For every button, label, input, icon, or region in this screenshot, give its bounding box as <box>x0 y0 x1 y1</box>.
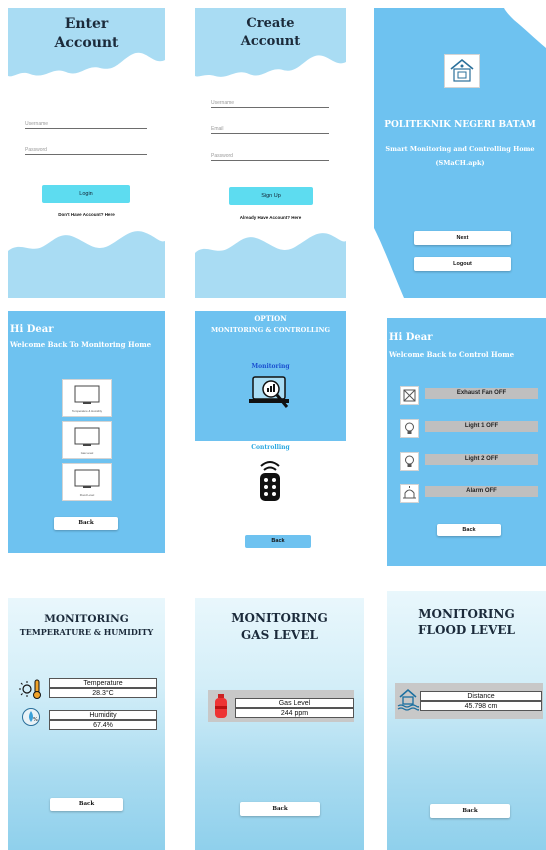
exhaust-fan-toggle[interactable]: Exhaust Fan OFF <box>425 388 538 399</box>
login-title-line2: Account <box>54 35 119 51</box>
welcome-text: Welcome Back to Control Home <box>389 350 515 359</box>
humidity-label: Humidity <box>49 710 157 720</box>
house-flood-icon <box>397 689 419 711</box>
controlling-label: Controlling <box>251 444 290 451</box>
login-link[interactable]: Already Have Account? Here <box>195 215 346 220</box>
option-subtitle: MONITORING & CONTROLLING <box>210 326 331 334</box>
back-button[interactable]: Back <box>437 524 501 536</box>
username-field[interactable]: Username <box>25 121 147 129</box>
flood-level-menu-card[interactable]: Flood Level <box>62 463 112 501</box>
gas-level-screen: MONITORING GAS LEVEL Gas Level 244 ppm B… <box>195 598 364 850</box>
gas-cylinder-icon <box>215 694 227 718</box>
signup-title-line1: Create <box>246 16 295 31</box>
monitoring-title: MONITORING <box>44 613 129 625</box>
login-title-line1: Enter <box>64 16 109 32</box>
light-1-toggle[interactable]: Light 1 OFF <box>425 421 538 432</box>
thermometer-sun-icon <box>19 679 41 699</box>
gas-level-value: 244 ppm <box>235 708 354 718</box>
signup-link[interactable]: Don't Have Account? Here <box>8 212 165 217</box>
remote-control-icon[interactable] <box>251 458 289 502</box>
app-name: (SMaCH.apk) <box>435 159 485 167</box>
temperature-value: 28.3°C <box>49 688 157 698</box>
signup-title-line2: Account <box>240 34 301 49</box>
bulb-icon <box>400 419 419 438</box>
control-screen: Hi Dear Welcome Back to Control Home Exh… <box>387 318 546 566</box>
alarm-icon <box>400 484 419 503</box>
back-button[interactable]: Back <box>50 798 123 811</box>
greeting: Hi Dear <box>389 332 433 343</box>
signup-button[interactable]: Sign Up <box>229 187 313 205</box>
back-button[interactable]: Back <box>54 517 118 530</box>
alarm-toggle[interactable]: Alarm OFF <box>425 486 538 497</box>
intro-screen: POLITEKNIK NEGERI BATAM Smart Monitoring… <box>374 8 546 298</box>
back-button[interactable]: Back <box>430 804 510 818</box>
email-field[interactable]: Email <box>211 126 329 134</box>
monitoring-subtitle: GAS LEVEL <box>241 628 318 642</box>
flood-level-screen: MONITORING FLOOD LEVEL Distance 45.798 c… <box>387 591 546 850</box>
card-label: Flood Level <box>79 493 95 497</box>
bottom-wave <box>8 231 165 298</box>
login-screen: Enter Account Username Password Login Do… <box>8 8 165 298</box>
greeting: Hi Dear <box>10 324 54 335</box>
svg-text:%: % <box>33 717 38 723</box>
gas-level-menu-card[interactable]: Gas Level <box>62 421 112 459</box>
bottom-wave <box>195 233 346 298</box>
distance-label: Distance <box>420 691 542 701</box>
monitoring-subtitle: FLOOD LEVEL <box>418 623 515 637</box>
monitoring-title: MONITORING <box>418 607 515 621</box>
monitoring-laptop-icon[interactable] <box>247 373 293 413</box>
welcome-text: Welcome Back To Monitoring Home <box>10 340 152 349</box>
password-field[interactable]: Password <box>25 147 147 155</box>
back-button[interactable]: Back <box>240 802 320 816</box>
temperature-humidity-screen: MONITORING TEMPERATURE & HUMIDITY Temper… <box>8 598 165 850</box>
card-label: Gas Level <box>80 451 94 455</box>
distance-value: 45.798 cm <box>420 701 542 711</box>
light-2-toggle[interactable]: Light 2 OFF <box>425 454 538 465</box>
corner-wave <box>374 8 546 298</box>
option-screen: OPTION MONITORING & CONTROLLING Monitori… <box>195 311 346 553</box>
login-button[interactable]: Login <box>42 185 130 203</box>
username-field[interactable]: Username <box>211 100 329 108</box>
gas-level-label: Gas Level <box>235 698 354 708</box>
humidity-drop-icon: % <box>22 708 40 726</box>
monitoring-subtitle: TEMPERATURE & HUMIDITY <box>19 627 154 637</box>
monitoring-title: MONITORING <box>231 611 328 625</box>
card-label: Temperature & Humidity <box>72 409 102 413</box>
monitor-menu-screen: Hi Dear Welcome Back To Monitoring Home … <box>8 311 165 553</box>
temperature-humidity-menu-card[interactable]: Temperature & Humidity <box>62 379 112 417</box>
back-button[interactable]: Back <box>245 535 311 548</box>
humidity-value: 67.4% <box>49 720 157 730</box>
school-logo-icon <box>444 54 480 88</box>
exhaust-fan-icon <box>400 386 419 405</box>
institution-name: POLITEKNIK NEGERI BATAM <box>384 120 536 130</box>
logout-button[interactable]: Logout <box>414 257 511 271</box>
app-subtitle: Smart Monitoring and Controlling Home <box>385 145 535 153</box>
temperature-label: Temperature <box>49 678 157 688</box>
option-title: OPTION <box>254 314 287 323</box>
next-button[interactable]: Next <box>414 231 511 245</box>
signup-screen: Create Account Username Email Password S… <box>195 8 346 298</box>
monitoring-label: Monitoring <box>251 363 290 370</box>
password-field[interactable]: Password <box>211 153 329 161</box>
bulb-icon <box>400 452 419 471</box>
